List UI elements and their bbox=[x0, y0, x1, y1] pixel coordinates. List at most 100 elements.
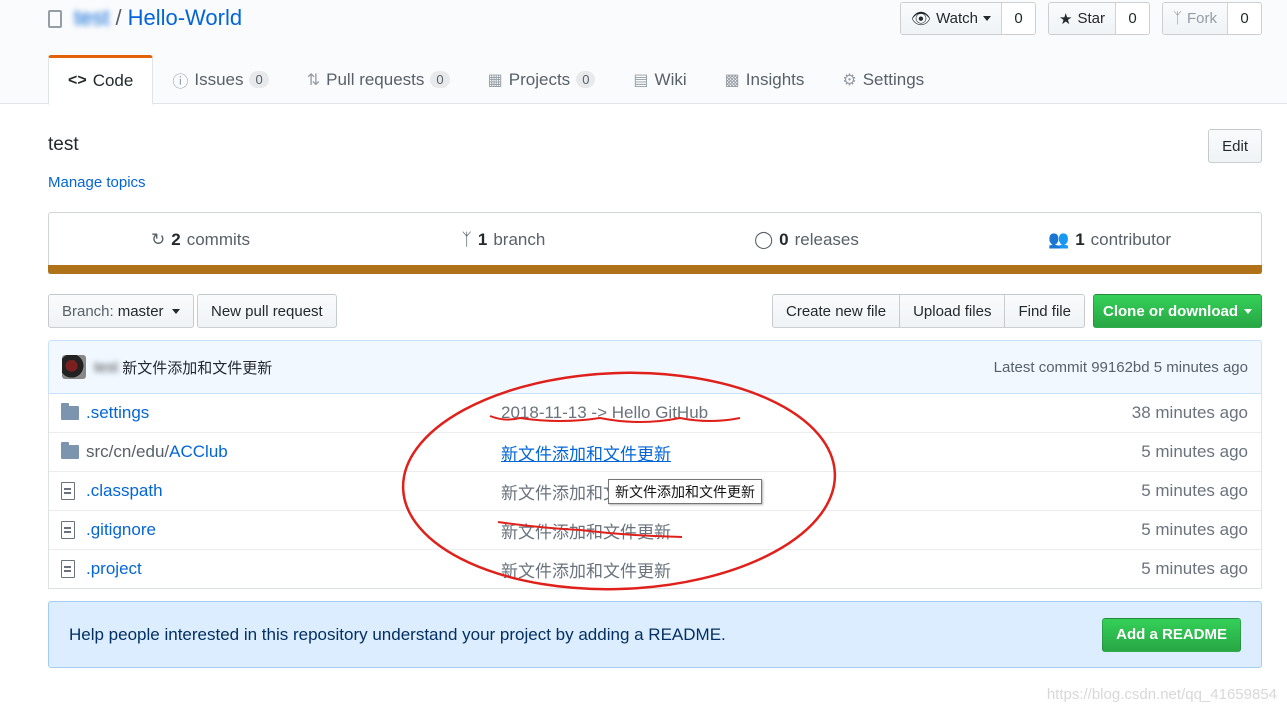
issue-icon: ⓘ bbox=[172, 73, 189, 91]
star-count[interactable]: 0 bbox=[1114, 3, 1149, 34]
chevron-down-icon bbox=[983, 16, 992, 21]
repo-owner-link[interactable]: test bbox=[74, 5, 109, 31]
tab-pull-requests[interactable]: ⇅ Pull requests 0 bbox=[288, 55, 469, 104]
pagehead-actions: 👁 Watch 0 ★ Star 0 ᛉ Fork 0 bbox=[899, 2, 1262, 35]
tab-label: Wiki bbox=[654, 69, 687, 89]
clone-or-download-button[interactable]: Clone or download bbox=[1093, 294, 1262, 328]
history-icon: ↻ bbox=[151, 229, 166, 249]
star-icon: ★ bbox=[1059, 10, 1073, 28]
tab-settings[interactable]: ⚙ Settings bbox=[823, 55, 943, 104]
commits-count: 2 bbox=[171, 229, 181, 249]
commits-label: commits bbox=[186, 229, 250, 249]
clone-label: Clone or download bbox=[1103, 302, 1238, 320]
commit-message-tooltip: 新文件添加和文件更新 bbox=[608, 479, 762, 504]
table-row: .gitignore 新文件添加和文件更新 5 minutes ago bbox=[49, 510, 1261, 549]
tab-label: Settings bbox=[862, 69, 925, 89]
file-name-link[interactable]: .gitignore bbox=[86, 520, 501, 540]
tab-wiki[interactable]: ▤ Wiki bbox=[614, 55, 705, 104]
tab-label: Issues bbox=[194, 69, 244, 89]
repo-header: test / Hello-World 👁 Watch 0 ★ Star 0 ᛉ … bbox=[0, 0, 1287, 105]
tab-label: Pull requests bbox=[326, 69, 425, 89]
project-icon: ▦ bbox=[487, 71, 503, 89]
language-bar[interactable] bbox=[48, 265, 1262, 274]
file-commit-message[interactable]: 新文件添加和文件更新 bbox=[501, 440, 1101, 465]
file-age: 5 minutes ago bbox=[1141, 520, 1248, 539]
new-pull-request-button[interactable]: New pull request bbox=[197, 294, 337, 328]
file-commit-message-link[interactable]: 新文件添加和文件更新 bbox=[501, 445, 671, 464]
repo-nav-tabs: <> Code ⓘ Issues 0 ⇅ Pull requests 0 ▦ P… bbox=[48, 55, 943, 105]
contributor-count: 1 bbox=[1075, 229, 1085, 249]
file-age: 5 minutes ago bbox=[1141, 481, 1248, 500]
releases-count: 0 bbox=[779, 229, 789, 249]
branch-icon: ᛉ bbox=[461, 229, 472, 249]
watermark: https://blog.csdn.net/qq_41659854 bbox=[1046, 686, 1277, 703]
file-actions: Create new file Upload files Find file bbox=[772, 294, 1085, 328]
commit-author[interactable]: test bbox=[94, 359, 118, 376]
avatar[interactable] bbox=[62, 355, 86, 379]
branch-label: branch bbox=[493, 229, 546, 249]
tab-issues[interactable]: ⓘ Issues 0 bbox=[153, 55, 287, 104]
commit-message[interactable]: 新文件添加和文件更新 bbox=[122, 357, 272, 378]
branch-summary[interactable]: ᛉ 1 branch bbox=[352, 213, 655, 266]
manage-topics-link[interactable]: Manage topics bbox=[48, 174, 146, 191]
watch-button[interactable]: 👁 Watch bbox=[900, 3, 1002, 34]
repo-title-separator: / bbox=[115, 5, 122, 30]
fork-group: ᛉ Fork 0 bbox=[1161, 2, 1262, 35]
readme-prompt: Help people interested in this repositor… bbox=[48, 601, 1262, 668]
repo-name-link[interactable]: Hello-World bbox=[128, 5, 243, 31]
tab-insights[interactable]: ▩ Insights bbox=[706, 55, 824, 104]
file-age: 5 minutes ago bbox=[1141, 559, 1248, 578]
gear-icon: ⚙ bbox=[842, 71, 857, 89]
commit-meta[interactable]: Latest commit 99162bd 5 minutes ago bbox=[994, 359, 1248, 376]
star-group: ★ Star 0 bbox=[1048, 2, 1150, 35]
tab-code[interactable]: <> Code bbox=[48, 55, 154, 105]
table-row: src/cn/edu/ACClub 新文件添加和文件更新 5 minutes a… bbox=[49, 432, 1261, 471]
branch-prefix: Branch: bbox=[62, 302, 114, 320]
file-path-prefix: src/cn/edu/ bbox=[86, 442, 170, 461]
tab-counter: 0 bbox=[576, 71, 596, 88]
releases-label: releases bbox=[794, 229, 859, 249]
create-new-file-button[interactable]: Create new file bbox=[772, 294, 901, 328]
tab-label: Projects bbox=[508, 69, 571, 89]
file-commit-message[interactable]: 2018-11-13 -> Hello GitHub bbox=[501, 403, 1101, 423]
table-row: .project 新文件添加和文件更新 5 minutes ago bbox=[49, 549, 1261, 588]
tab-projects[interactable]: ▦ Projects 0 bbox=[469, 55, 615, 104]
file-commit-message[interactable]: 新文件添加和文件更新 bbox=[501, 557, 1101, 582]
file-icon bbox=[61, 521, 75, 539]
readme-prompt-text: Help people interested in this repositor… bbox=[69, 624, 726, 644]
file-name: ACClub bbox=[169, 442, 228, 461]
file-icon bbox=[61, 560, 75, 578]
watch-count[interactable]: 0 bbox=[1001, 3, 1036, 34]
chevron-down-icon bbox=[171, 308, 180, 314]
graph-icon: ▩ bbox=[724, 71, 740, 89]
people-icon: 👥 bbox=[1048, 229, 1070, 249]
fork-button[interactable]: ᛉ Fork bbox=[1162, 3, 1227, 34]
latest-commit-bar: test 新文件添加和文件更新 Latest commit 99162bd 5 … bbox=[48, 340, 1262, 394]
star-label: Star bbox=[1077, 10, 1105, 27]
folder-icon bbox=[61, 402, 79, 420]
file-name-link[interactable]: .project bbox=[86, 559, 501, 579]
file-commit-message[interactable]: 新文件添加和文件更新 bbox=[501, 518, 1101, 543]
contributor-summary[interactable]: 👥 1 contributor bbox=[958, 213, 1261, 266]
file-name-link[interactable]: .classpath bbox=[86, 481, 501, 501]
file-name-link[interactable]: src/cn/edu/ACClub bbox=[86, 442, 501, 462]
star-button[interactable]: ★ Star bbox=[1049, 3, 1115, 34]
tab-counter: 0 bbox=[249, 71, 269, 88]
edit-description-button[interactable]: Edit bbox=[1208, 129, 1262, 163]
file-name-link[interactable]: .settings bbox=[86, 403, 501, 423]
eye-icon: 👁 bbox=[910, 10, 932, 28]
fork-count[interactable]: 0 bbox=[1227, 3, 1261, 34]
fork-label: Fork bbox=[1187, 10, 1217, 27]
repo-icon bbox=[48, 10, 62, 28]
upload-files-button[interactable]: Upload files bbox=[899, 294, 1006, 328]
folder-icon bbox=[61, 442, 79, 459]
file-commit-message[interactable]: 新文件添加和文件更新 bbox=[501, 479, 1101, 504]
tag-icon: ◯ bbox=[754, 229, 774, 249]
branch-select-button[interactable]: Branch: master bbox=[48, 294, 194, 328]
releases-summary[interactable]: ◯ 0 releases bbox=[655, 213, 958, 266]
file-age: 5 minutes ago bbox=[1141, 442, 1248, 461]
add-readme-button[interactable]: Add a README bbox=[1102, 617, 1241, 652]
commits-summary[interactable]: ↻ 2 commits bbox=[49, 213, 352, 266]
file-age: 38 minutes ago bbox=[1131, 402, 1248, 422]
find-file-button[interactable]: Find file bbox=[1004, 294, 1085, 328]
